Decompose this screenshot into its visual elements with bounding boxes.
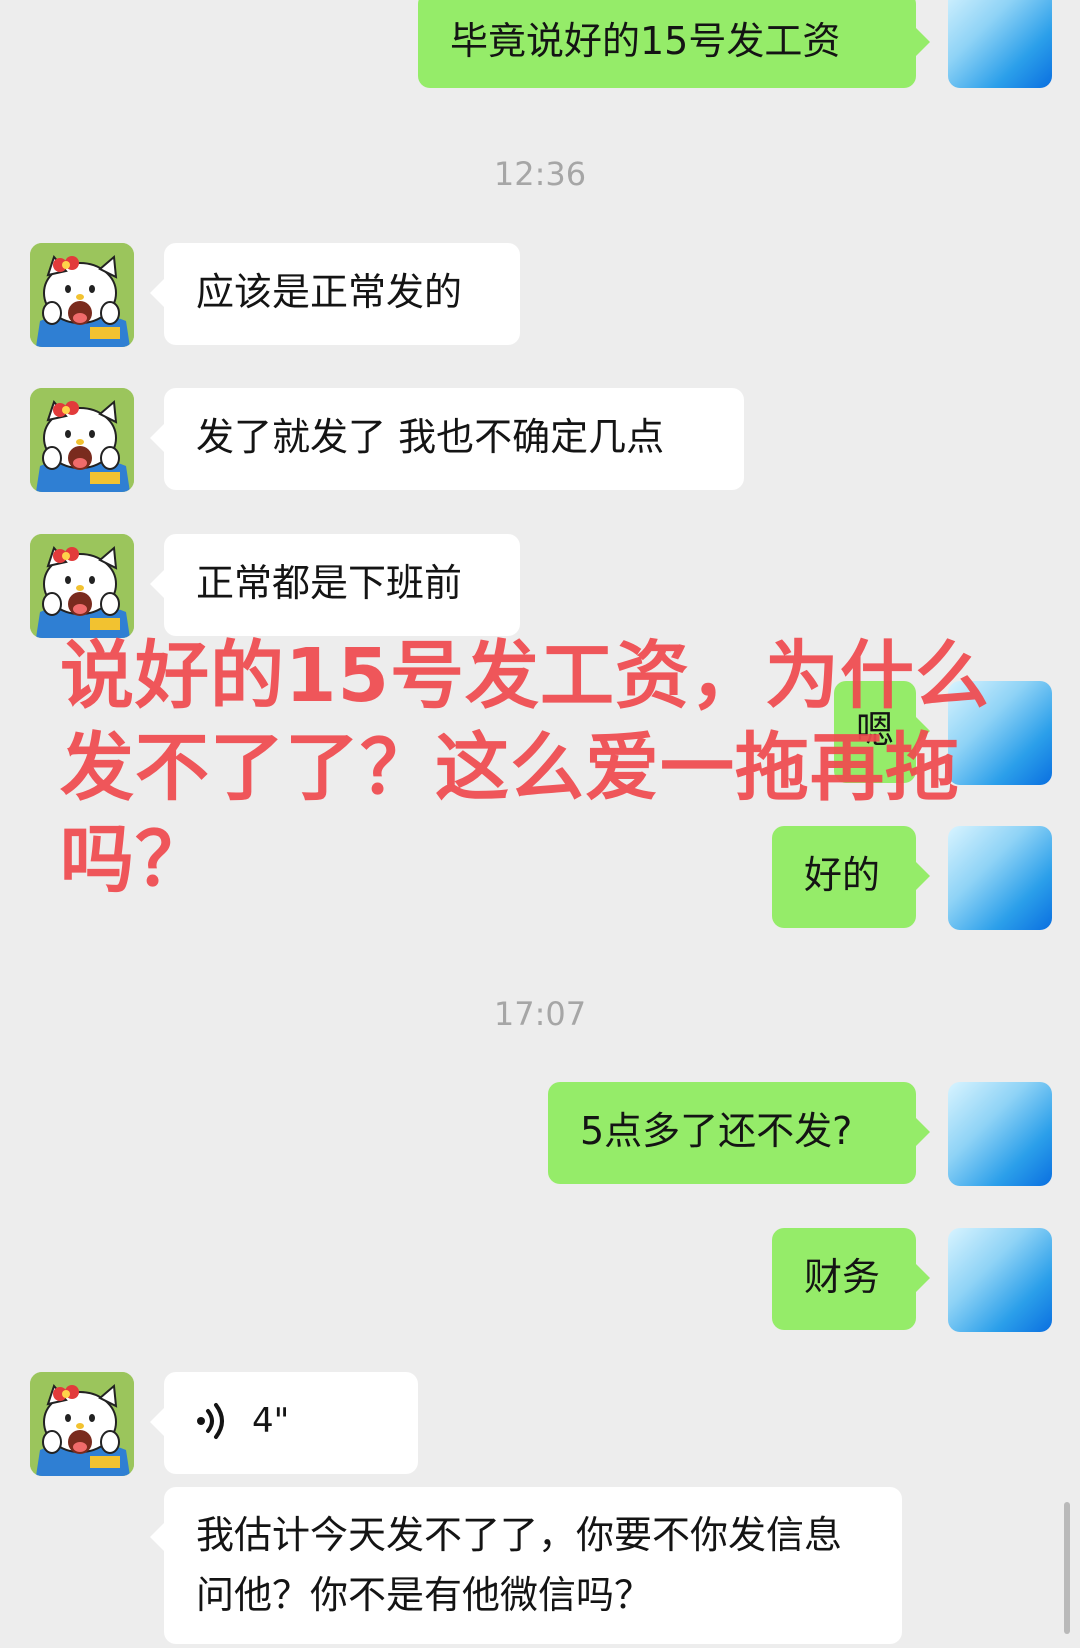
incoming-message[interactable]: 发了就发了 我也不确定几点 [150,388,744,490]
voice-message[interactable]: 4" [150,1372,418,1474]
self-avatar[interactable] [948,0,1052,88]
self-avatar[interactable] [948,1082,1052,1186]
chat-area[interactable]: 毕竟说好的15号发工资 12:36 应该是正常发的 发了就发了 我也不确定几点 … [0,0,1080,1648]
timestamp: 17:07 [493,995,587,1033]
contact-avatar[interactable] [30,388,134,492]
incoming-message[interactable]: 我估计今天发不了了，你要不你发信息问他？你不是有他微信吗？ [150,1487,902,1644]
contact-avatar[interactable] [30,534,134,638]
outgoing-message[interactable]: 5点多了还不发? [548,1082,930,1184]
overlay-caption: 说好的15号发工资，为什么发不了了？这么爱一拖再拖吗？ [60,633,990,903]
voice-message-content: 4" [196,1390,386,1452]
incoming-message[interactable]: 应该是正常发的 [150,243,520,345]
hello-kitty-avatar-icon [30,388,134,492]
self-avatar[interactable] [948,1228,1052,1332]
voice-duration: 4" [252,1401,290,1441]
contact-avatar[interactable] [30,1372,134,1476]
outgoing-message[interactable]: 毕竟说好的15号发工资 [418,0,930,88]
voice-wave-icon [197,1403,224,1439]
hello-kitty-avatar-icon [30,243,134,347]
scrollbar[interactable] [1064,1502,1070,1634]
incoming-message[interactable]: 正常都是下班前 [150,534,520,636]
hello-kitty-avatar-icon [30,1372,134,1476]
timestamp: 12:36 [493,155,587,193]
hello-kitty-avatar-icon [30,534,134,638]
contact-avatar[interactable] [30,243,134,347]
outgoing-message[interactable]: 财务 [772,1228,930,1330]
